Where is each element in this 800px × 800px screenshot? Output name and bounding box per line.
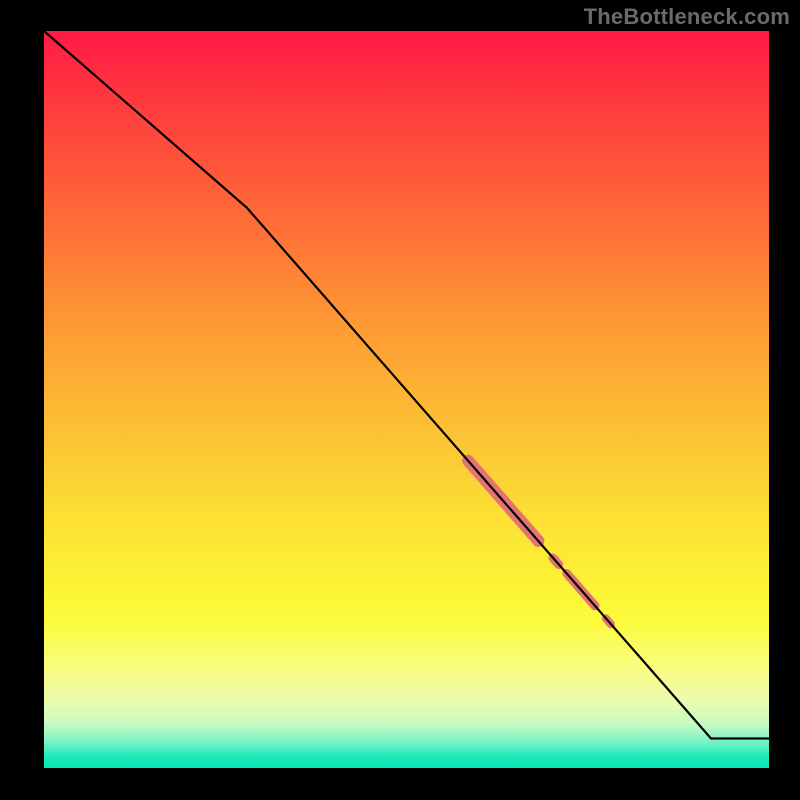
watermark-text: TheBottleneck.com (584, 4, 790, 30)
main-line (44, 31, 769, 739)
chart-svg (44, 31, 769, 768)
chart-container: TheBottleneck.com (0, 0, 800, 800)
plot-area (44, 31, 769, 768)
